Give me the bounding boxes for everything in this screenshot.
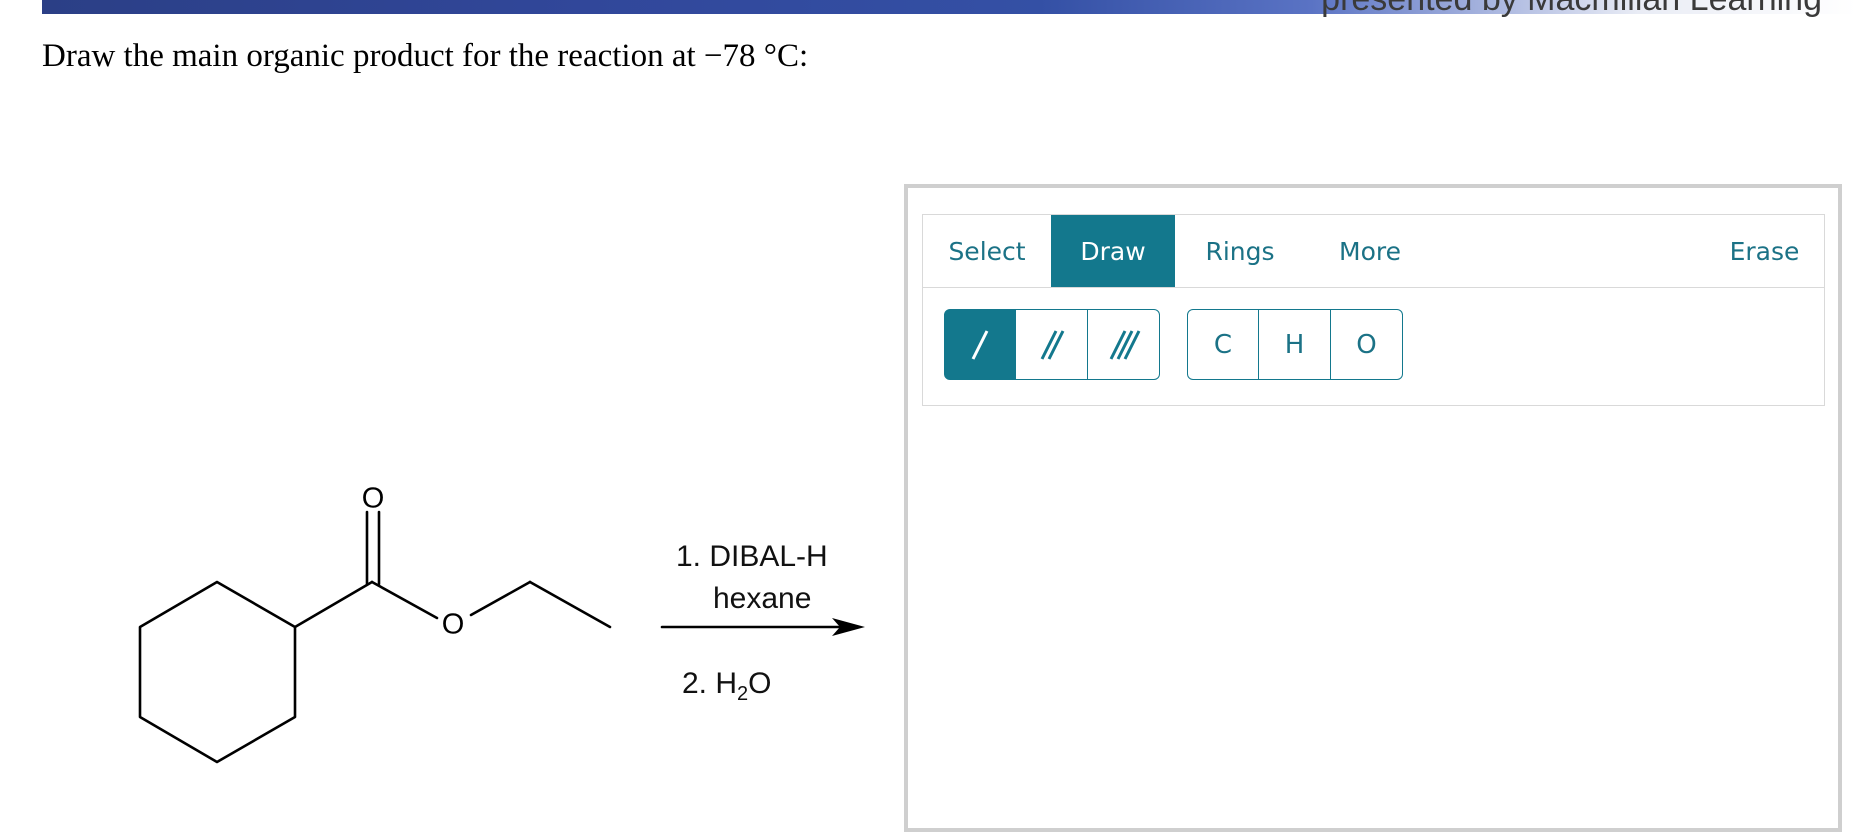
reagent-step2-suffix: O (748, 667, 772, 700)
single-bond-button[interactable] (944, 309, 1016, 380)
reagent-step1-line1: 1. DIBAL-H (676, 540, 828, 573)
bond-ch2-to-ch3 (528, 580, 612, 629)
reagent-step1-line2: hexane (713, 582, 812, 615)
carbonyl-oxygen-label: O (362, 483, 385, 515)
single-bond-icon (971, 329, 989, 360)
bond-ester-o-to-ch2 (469, 580, 532, 617)
reagent-step2-subscript: 2 (737, 683, 749, 705)
editor-tab-bar: Select Draw Rings More Erase (922, 214, 1825, 288)
bond-tool-group (944, 309, 1160, 382)
double-bond-button[interactable] (1016, 309, 1088, 380)
tab-draw[interactable]: Draw (1051, 215, 1175, 287)
brand-text: presented by Macmillan Learning (1321, 0, 1822, 19)
bond-ring-to-carbonyl (293, 580, 374, 629)
tab-rings[interactable]: Rings (1175, 215, 1305, 287)
editor-tools-row: C H O (922, 288, 1825, 406)
bond-carbonyl-to-ester-o (370, 580, 439, 620)
reagent-step2: 2. H2O (682, 667, 772, 706)
atom-tool-group: C H O (1187, 309, 1403, 382)
drawing-canvas[interactable] (922, 406, 1825, 816)
atom-c-button[interactable]: C (1187, 309, 1259, 380)
triple-bond-button[interactable] (1088, 309, 1160, 380)
cyclohexane-ring (138, 580, 297, 764)
reagent-step2-prefix: 2. H (682, 667, 738, 700)
structure-editor: Select Draw Rings More Erase C H O (904, 184, 1842, 832)
ester-oxygen-label: O (442, 609, 465, 641)
erase-button[interactable]: Erase (1703, 215, 1826, 287)
atom-o-button[interactable]: O (1331, 309, 1403, 380)
triple-bond-icon (1109, 329, 1140, 360)
double-bond-icon (1040, 329, 1064, 360)
tab-more[interactable]: More (1305, 215, 1435, 287)
tab-select[interactable]: Select (923, 215, 1051, 287)
atom-h-button[interactable]: H (1259, 309, 1331, 380)
